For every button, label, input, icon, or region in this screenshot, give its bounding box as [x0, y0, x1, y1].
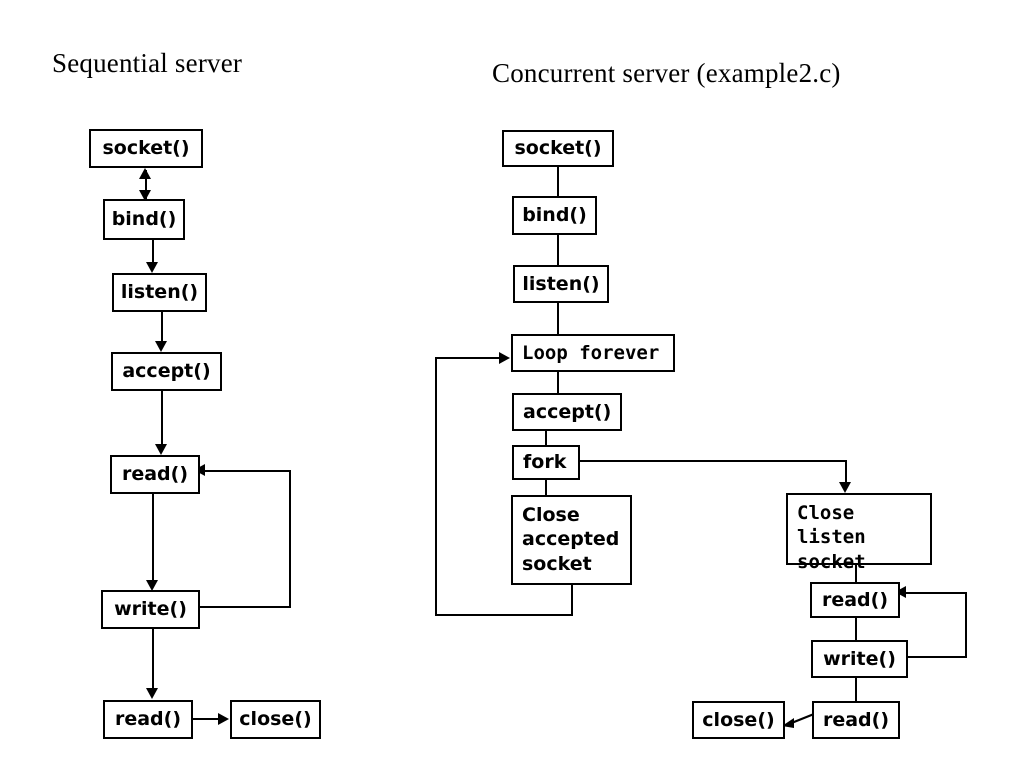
connector-con-listen-loop: [557, 302, 559, 335]
connector-con-loopback-top: [435, 357, 501, 359]
connector-con-loopback-left: [435, 357, 437, 616]
diagram-canvas: Sequential server Concurrent server (exa…: [0, 0, 1024, 768]
connector-seq-listen-accept: [161, 311, 163, 341]
arrowhead-seq-accept: [155, 341, 167, 352]
connector-seq-loop-bottom: [199, 606, 291, 608]
arrowhead-con-close-listen: [839, 482, 851, 493]
connector-con-loopback-bottom: [435, 614, 573, 616]
connector-con-read-write: [855, 617, 857, 641]
connector-con-socket-bind: [557, 166, 559, 198]
sequential-server-title: Sequential server: [52, 48, 243, 78]
node-seq-close[interactable]: close(): [230, 700, 321, 739]
connector-con-write-read2: [855, 677, 857, 702]
arrowhead-seq-read2: [146, 688, 158, 699]
connector-seq-write-read2: [152, 628, 154, 690]
connector-seq-read2-close: [193, 718, 220, 720]
connector-con-loopback-down: [571, 584, 573, 616]
concurrent-server-title: Concurrent server (example2.c): [492, 58, 841, 88]
node-con-fork[interactable]: fork: [512, 445, 580, 480]
connector-seq-loop-right: [289, 470, 291, 608]
connector-con-fork-closeacc: [545, 479, 547, 496]
node-con-bind[interactable]: bind(): [512, 196, 597, 235]
connector-con-fork-branch: [579, 460, 847, 462]
connector-seq-read-write: [152, 493, 154, 581]
node-seq-listen[interactable]: listen(): [112, 273, 207, 312]
node-con-read[interactable]: read(): [810, 582, 900, 618]
arrowhead-up-seq-socket: [139, 168, 151, 179]
connector-con-loop2-right: [965, 592, 967, 658]
arrowhead-seq-listen: [146, 262, 158, 273]
node-seq-bind[interactable]: bind(): [103, 199, 185, 240]
node-con-close-accepted-socket[interactable]: Close accepted socket: [511, 495, 632, 585]
connector-con-loop2-top: [905, 592, 967, 594]
arrowhead-seq-read: [155, 444, 167, 455]
node-seq-read2[interactable]: read(): [103, 700, 193, 739]
node-seq-read[interactable]: read(): [110, 455, 200, 494]
node-seq-accept[interactable]: accept(): [111, 352, 222, 391]
node-con-socket[interactable]: socket(): [502, 130, 614, 167]
node-con-write[interactable]: write(): [811, 640, 908, 678]
connector-con-loop-accept: [557, 371, 559, 394]
arrowhead-seq-close: [218, 713, 229, 725]
node-seq-socket[interactable]: socket(): [89, 129, 203, 168]
node-con-close-listen-socket[interactable]: Close listen socket: [786, 493, 932, 573]
arrowhead-con-loop-forever: [499, 352, 510, 364]
connector-seq-loop-top: [204, 470, 291, 472]
node-con-accept[interactable]: accept(): [512, 393, 622, 431]
connector-con-bind-listen: [557, 234, 559, 266]
node-con-close[interactable]: close(): [692, 701, 785, 739]
node-seq-write[interactable]: write(): [101, 590, 200, 629]
node-con-read2[interactable]: read(): [812, 701, 900, 739]
connector-con-loop2-bottom: [907, 656, 967, 658]
connector-seq-accept-read: [161, 390, 163, 445]
node-con-loop-forever[interactable]: Loop forever: [511, 334, 675, 372]
connector-con-accept-fork: [545, 430, 547, 446]
node-con-listen[interactable]: listen(): [513, 265, 609, 303]
